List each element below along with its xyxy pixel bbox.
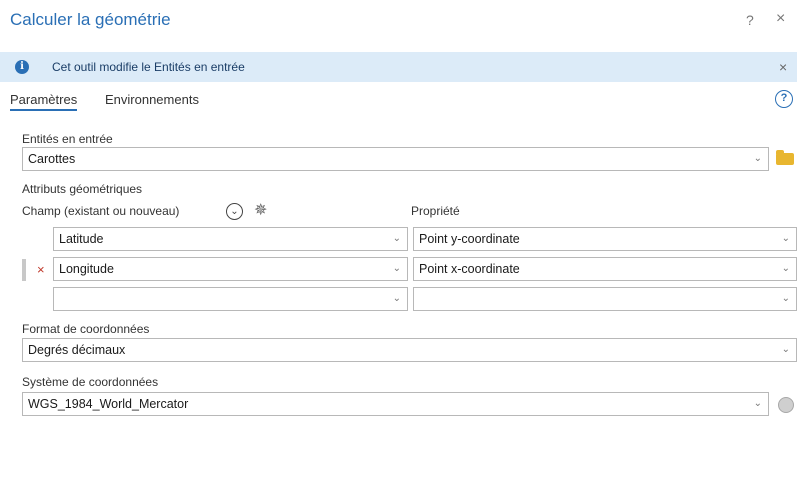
coordinate-format-select[interactable]: Degrés décimaux ⌄ xyxy=(22,338,797,362)
field-value: Latitude xyxy=(59,232,104,246)
add-field-icon[interactable]: ⌄ xyxy=(226,203,243,220)
info-banner: i Cet outil modifie le Entités en entrée… xyxy=(0,52,797,82)
remove-row-icon[interactable]: × xyxy=(37,262,45,277)
chevron-down-icon[interactable]: ⌄ xyxy=(393,258,401,280)
chevron-down-icon[interactable]: ⌄ xyxy=(393,288,401,310)
help-button[interactable]: ? xyxy=(746,12,754,28)
info-close-button[interactable]: × xyxy=(779,59,787,75)
property-value: Point y-coordinate xyxy=(419,232,520,246)
info-icon: i xyxy=(15,60,29,74)
geometry-attributes-label: Attributs géométriques xyxy=(22,182,143,196)
chevron-down-icon[interactable]: ⌄ xyxy=(754,148,762,170)
globe-icon[interactable] xyxy=(778,397,794,413)
field-column-header: Champ (existant ou nouveau) xyxy=(22,204,180,218)
row-drag-handle[interactable] xyxy=(22,259,26,281)
property-select-row-2[interactable]: Point x-coordinate ⌄ xyxy=(413,257,797,281)
folder-icon[interactable] xyxy=(776,150,794,165)
property-select-row-1[interactable]: Point y-coordinate ⌄ xyxy=(413,227,797,251)
tab-environnements[interactable]: Environnements xyxy=(105,92,199,107)
help-circle-icon[interactable]: ? xyxy=(775,90,793,108)
field-select-row-2[interactable]: Longitude ⌄ xyxy=(53,257,408,281)
chevron-down-icon[interactable]: ⌄ xyxy=(754,393,762,415)
title-bar: Calculer la géométrie ? × xyxy=(0,0,797,46)
property-value: Point x-coordinate xyxy=(419,262,520,276)
input-features-select[interactable]: Carottes ⌄ xyxy=(22,147,769,171)
coordinate-format-label: Format de coordonnées xyxy=(22,322,150,336)
property-column-header: Propriété xyxy=(411,204,460,218)
tab-parametres[interactable]: Paramètres xyxy=(10,92,78,111)
chevron-down-icon[interactable]: ⌄ xyxy=(782,288,790,310)
coordinate-format-value: Degrés décimaux xyxy=(28,343,126,357)
chevron-down-icon[interactable]: ⌄ xyxy=(393,228,401,250)
property-select-row-3[interactable]: ⌄ xyxy=(413,287,797,311)
field-value: Longitude xyxy=(59,262,114,276)
chevron-down-icon[interactable]: ⌄ xyxy=(782,339,790,361)
chevron-down-icon[interactable]: ⌄ xyxy=(782,228,790,250)
coordinate-system-label: Système de coordonnées xyxy=(22,375,159,389)
coordinate-system-select[interactable]: WGS_1984_World_Mercator ⌄ xyxy=(22,392,769,416)
input-features-label: Entités en entrée xyxy=(22,132,113,146)
field-select-row-3[interactable]: ⌄ xyxy=(53,287,408,311)
window-title: Calculer la géométrie xyxy=(10,10,171,29)
field-select-row-1[interactable]: Latitude ⌄ xyxy=(53,227,408,251)
tab-bar: Paramètres Environnements ? xyxy=(0,90,797,116)
chevron-down-icon[interactable]: ⌄ xyxy=(782,258,790,280)
coordinate-system-value: WGS_1984_World_Mercator xyxy=(28,397,189,411)
gear-icon[interactable]: ✵ xyxy=(254,202,267,220)
input-features-value: Carottes xyxy=(28,152,76,166)
close-button[interactable]: × xyxy=(776,10,785,28)
info-message: Cet outil modifie le Entités en entrée xyxy=(52,60,245,74)
